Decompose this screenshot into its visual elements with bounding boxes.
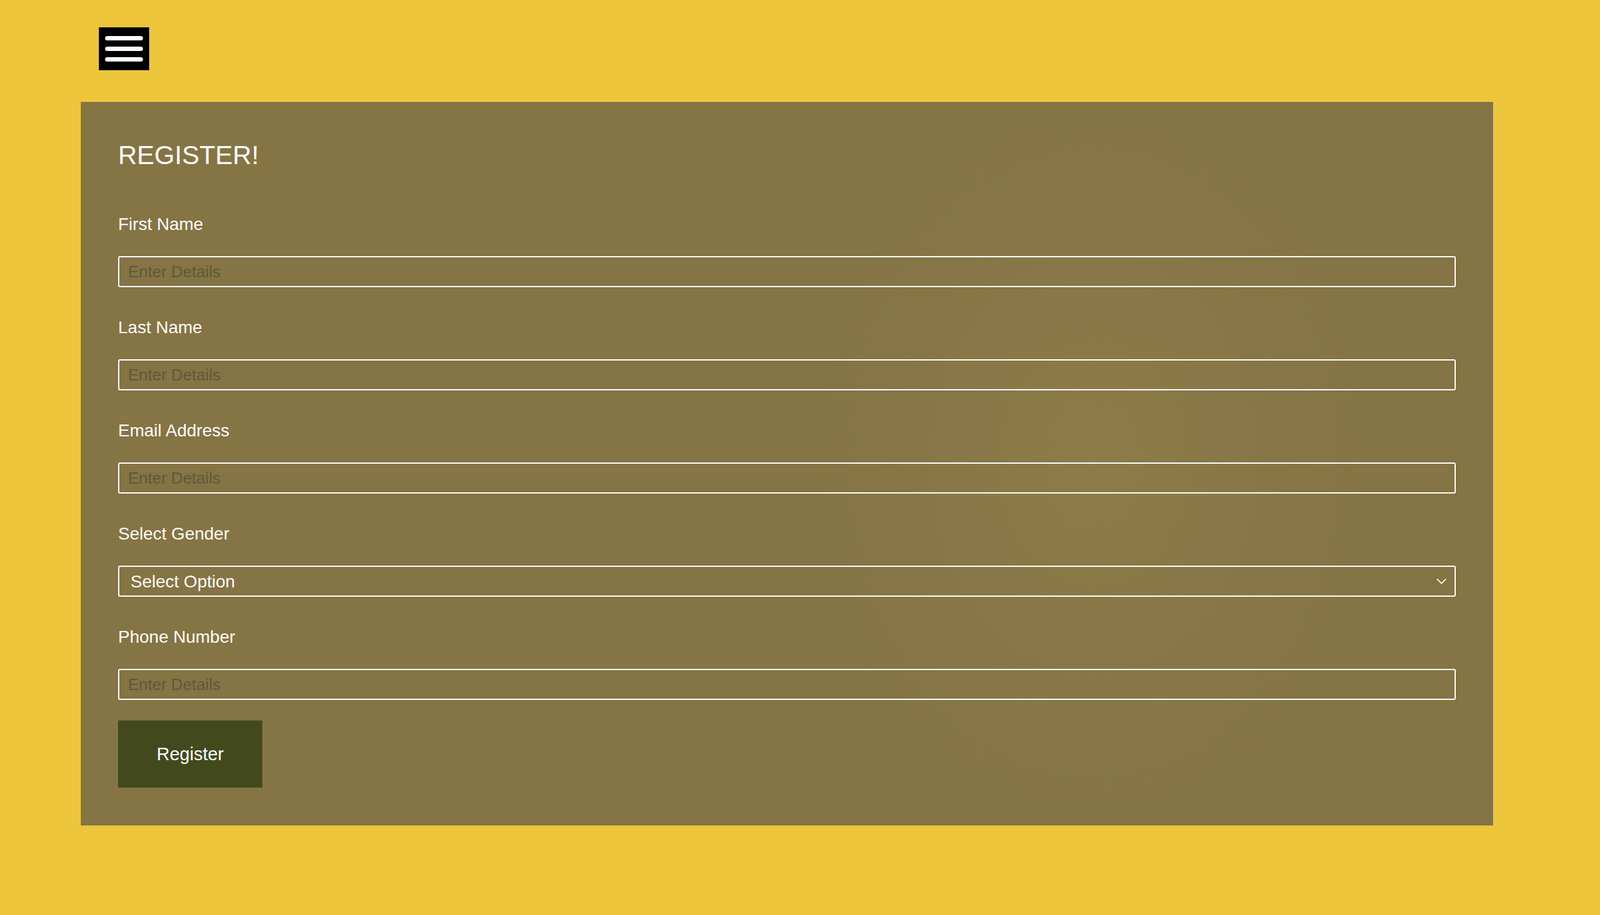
- hamburger-icon: [98, 27, 150, 71]
- menu-button[interactable]: [98, 27, 150, 71]
- field-label: Phone Number: [118, 626, 1456, 648]
- page: REGISTER! First Name Last Name Email Add…: [0, 0, 1600, 915]
- field-label: First Name: [118, 213, 1456, 235]
- register-form: REGISTER! First Name Last Name Email Add…: [80, 101, 1494, 826]
- form-field: Select Gender Select Option: [118, 523, 1456, 597]
- form-field: Last Name: [118, 317, 1456, 391]
- form-field: Phone Number: [118, 626, 1456, 700]
- field-label: Select Gender: [118, 523, 1456, 545]
- form-field: First Name: [118, 213, 1456, 288]
- text-input[interactable]: [118, 462, 1456, 494]
- chevron-down-icon: [1435, 578, 1448, 585]
- form-title: REGISTER!: [118, 139, 1456, 171]
- form-field: Email Address: [118, 420, 1456, 494]
- text-input[interactable]: [118, 359, 1456, 391]
- field-label: Email Address: [118, 420, 1456, 442]
- text-input[interactable]: [118, 256, 1456, 288]
- text-input[interactable]: [118, 668, 1456, 700]
- gender-select[interactable]: Select Option: [118, 565, 1456, 597]
- register-button[interactable]: Register: [118, 720, 263, 788]
- select-field[interactable]: Select Option: [118, 565, 1456, 597]
- field-label: Last Name: [118, 317, 1456, 339]
